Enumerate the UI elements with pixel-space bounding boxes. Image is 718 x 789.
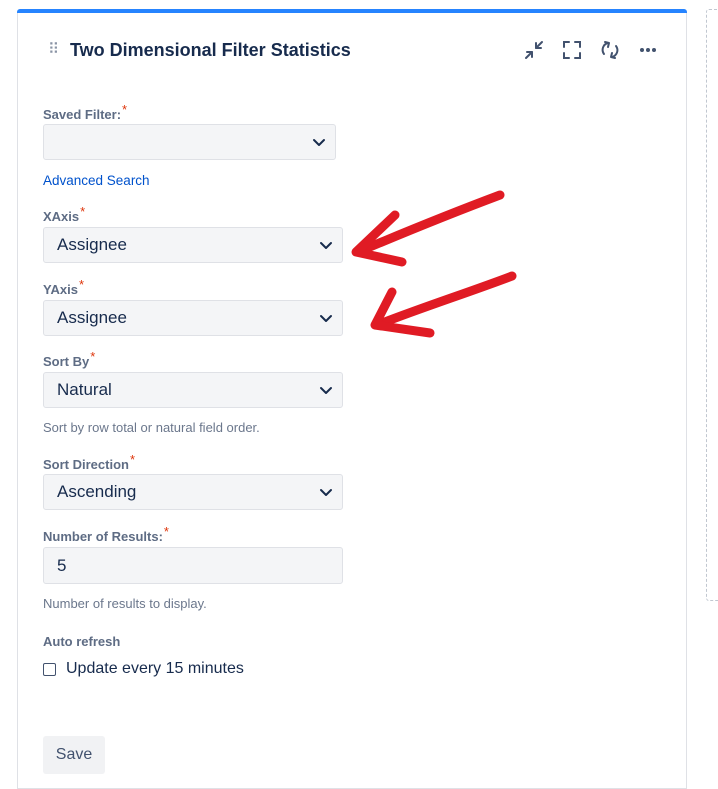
sort-direction-label: Sort Direction*	[43, 452, 136, 472]
sort-by-select[interactable]: Natural	[43, 372, 343, 408]
save-button[interactable]: Save	[43, 736, 105, 774]
minimize-icon[interactable]	[524, 40, 544, 60]
advanced-search-link[interactable]: Advanced Search	[43, 173, 150, 188]
required-marker: *	[122, 102, 128, 117]
sort-by-label: Sort By*	[43, 349, 96, 369]
sort-direction-select[interactable]: Ascending	[43, 474, 343, 510]
yaxis-select[interactable]: Assignee	[43, 300, 343, 336]
gadget-header-actions	[524, 40, 658, 60]
drag-handle-icon[interactable]: ⠿	[48, 42, 59, 57]
auto-refresh-checkbox[interactable]	[43, 662, 56, 676]
saved-filter-select[interactable]	[43, 124, 336, 160]
chevron-down-icon	[320, 315, 332, 322]
required-marker: *	[90, 349, 96, 364]
sort-by-help: Sort by row total or natural field order…	[43, 420, 260, 435]
auto-refresh-label: Auto refresh	[43, 634, 121, 649]
number-of-results-input[interactable]: 5	[43, 547, 343, 584]
yaxis-label: YAxis*	[43, 277, 84, 297]
maximize-icon[interactable]	[562, 40, 582, 60]
xaxis-select[interactable]: Assignee	[43, 227, 343, 263]
more-icon[interactable]	[638, 40, 658, 60]
gadget-accent-bar	[17, 9, 687, 13]
auto-refresh-checkbox-label[interactable]: Update every 15 minutes	[66, 660, 244, 678]
adjacent-gadget-dropzone	[706, 9, 718, 601]
required-marker: *	[78, 277, 84, 292]
chevron-down-icon	[313, 139, 325, 146]
required-marker: *	[80, 204, 86, 219]
chevron-down-icon	[320, 387, 332, 394]
number-of-results-label: Number of Results:*	[43, 524, 169, 544]
required-marker: *	[163, 524, 169, 539]
auto-refresh-row: Update every 15 minutes	[43, 660, 244, 678]
chevron-down-icon	[320, 489, 332, 496]
chevron-down-icon	[320, 242, 332, 249]
number-of-results-help: Number of results to display.	[43, 596, 207, 611]
gadget-title: Two Dimensional Filter Statistics	[70, 40, 351, 60]
required-marker: *	[129, 452, 136, 467]
refresh-icon[interactable]	[600, 40, 620, 60]
gadget-panel: ⠿ Two Dimensional Filter Statistics Save…	[17, 9, 687, 789]
xaxis-label: XAxis*	[43, 204, 86, 224]
saved-filter-label: Saved Filter:*	[43, 102, 128, 122]
